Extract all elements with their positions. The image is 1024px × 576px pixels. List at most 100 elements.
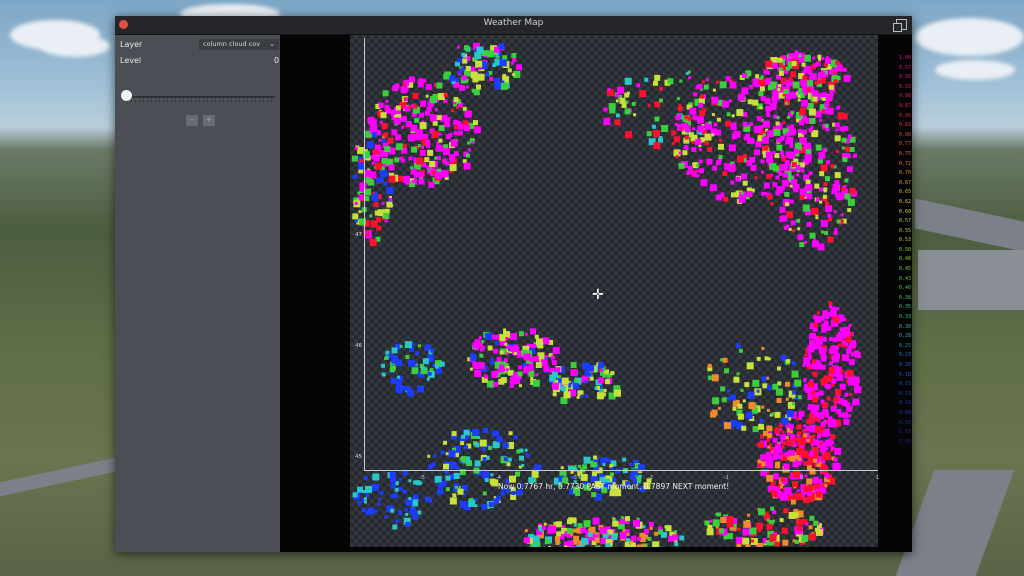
restore-icon[interactable]	[893, 19, 907, 32]
cloud-cell	[487, 380, 494, 388]
layer-dropdown[interactable]: column cloud cov ⌄	[199, 39, 279, 50]
cloud-cell	[720, 386, 726, 392]
cloud-cell	[684, 135, 689, 140]
cloud-cell	[804, 474, 808, 478]
cloud-cell	[825, 413, 830, 418]
cloud-cell	[375, 162, 382, 170]
cloud-cell	[532, 379, 540, 387]
cloud-cell	[799, 195, 805, 201]
cloud-cell	[661, 125, 669, 132]
cloud-cell	[404, 508, 408, 512]
cloud-cell	[351, 155, 358, 162]
cloud-cell	[811, 396, 818, 403]
cloud-cell	[614, 119, 621, 126]
cloud-cell	[651, 124, 656, 129]
cloud-cell	[772, 519, 775, 523]
cloud-cell	[432, 363, 436, 367]
cloud-cell	[417, 385, 425, 393]
level-decrement-button[interactable]: –	[186, 115, 198, 126]
map-viewport[interactable]: 47 46 45 -5 -4 -3 -2 -1 0 1 Now 0.7767 h…	[280, 35, 912, 552]
cloud-cell	[763, 133, 767, 137]
cloud-cell	[381, 201, 385, 205]
cloud-cell	[532, 344, 537, 348]
cloud-cell	[804, 155, 812, 163]
cloud-cell	[846, 347, 852, 354]
cloud-cell	[819, 171, 825, 177]
cloud-cell	[814, 183, 820, 189]
cloud-cell	[748, 138, 755, 145]
cloud-cell	[561, 377, 569, 385]
cloud-cell	[776, 398, 782, 403]
cloud-cell	[781, 215, 788, 222]
cloud-cell	[404, 98, 408, 102]
cloud-cell	[441, 170, 449, 178]
cloud-cell	[615, 113, 620, 118]
cloud-cell	[708, 121, 712, 125]
cloud-cell	[636, 536, 641, 541]
cloud-cell	[785, 140, 790, 145]
title-bar[interactable]: Weather Map	[115, 16, 912, 35]
cloud-cell	[413, 104, 418, 109]
cloud-cell	[806, 478, 813, 485]
cloud-cell	[453, 119, 459, 125]
cloud-cell	[842, 412, 849, 419]
cloud-cell	[647, 104, 651, 108]
cloud-cell	[828, 217, 833, 222]
cloud-cell	[427, 149, 434, 156]
x-tick-label: -3	[572, 475, 577, 481]
cloud-cell	[811, 434, 816, 439]
cloud-cell	[684, 115, 689, 120]
cloud-cell	[766, 425, 773, 432]
cloud-cell	[803, 145, 807, 149]
cloud-cell	[812, 477, 819, 484]
cloud-cell	[397, 175, 404, 182]
cloud-cell	[608, 103, 616, 111]
cloud-cell	[720, 194, 724, 198]
cloud-cell	[821, 109, 825, 113]
cloud-cell	[570, 532, 574, 536]
cloud-cell	[848, 414, 852, 418]
level-slider-knob[interactable]	[121, 90, 132, 101]
legend-value: 0.00	[898, 438, 911, 445]
cloud-cell	[388, 175, 396, 183]
cloud-cell	[674, 530, 677, 534]
cloud-cell	[489, 77, 494, 81]
cloud-cell	[732, 406, 737, 411]
cloud-cell	[485, 72, 490, 77]
cloud-cell	[455, 485, 459, 489]
cloud-cell	[633, 520, 640, 527]
cloud-cell	[654, 531, 659, 536]
cloud-cell	[443, 73, 450, 80]
cloud-cell	[490, 357, 494, 361]
cloud-cell	[744, 133, 750, 139]
cloud-cell	[426, 377, 430, 381]
level-slider-track[interactable]	[127, 96, 275, 98]
cloud-cell	[711, 374, 719, 382]
cloud-cell	[482, 491, 487, 496]
cloud-cell	[834, 194, 838, 198]
cloud-cell	[516, 64, 522, 71]
cloud-cell	[798, 120, 804, 126]
cloud-cell	[646, 131, 652, 137]
cloud-cell	[529, 366, 533, 371]
cloud-cell	[364, 188, 372, 196]
cloud-cell	[578, 464, 581, 468]
cloud-cell	[428, 498, 433, 503]
cloud-cell	[779, 206, 786, 213]
cloud-cell	[808, 533, 816, 541]
cloud-cell	[692, 127, 696, 131]
cloud-cell	[390, 476, 397, 483]
cloud-cell	[398, 509, 402, 513]
cloud-cell	[722, 357, 728, 363]
cloud-cell	[358, 210, 362, 214]
cloud-cell	[532, 535, 540, 543]
level-increment-button[interactable]: +	[203, 115, 215, 126]
cloud-cell	[698, 102, 704, 108]
cloud-cell	[449, 164, 457, 172]
legend-value: 0.53	[898, 237, 911, 244]
cloud-cell	[518, 331, 524, 337]
cloud-cell	[464, 110, 472, 118]
cloud-cell	[833, 79, 838, 84]
cloud-cell	[735, 343, 741, 349]
cloud-cell	[771, 81, 775, 85]
